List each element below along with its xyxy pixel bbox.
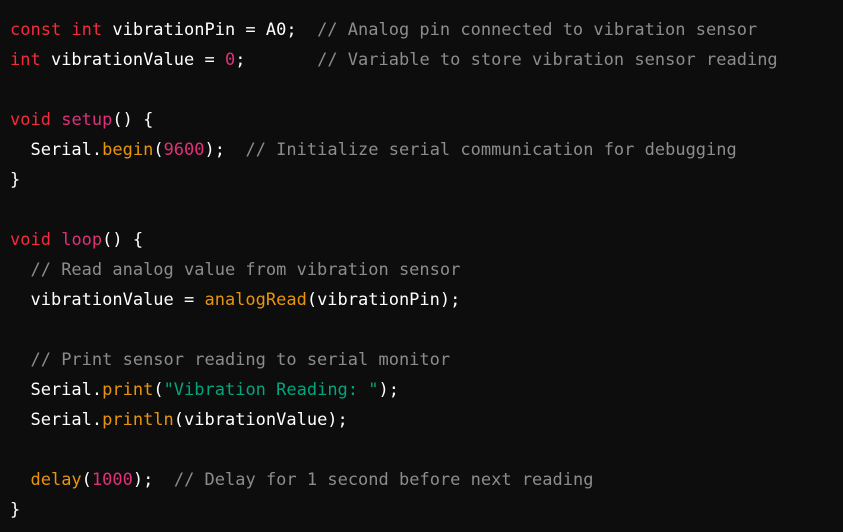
code-line: void loop() { xyxy=(10,225,843,255)
code-token: ); xyxy=(204,140,246,160)
code-line: } xyxy=(10,495,843,525)
function-call-token: println xyxy=(102,410,174,430)
keyword-token: void xyxy=(10,110,51,130)
code-token: Serial. xyxy=(10,380,103,400)
code-token: ( xyxy=(153,380,164,400)
keyword-token: void xyxy=(10,230,51,250)
comment-token: // Analog pin connected to vibration sen… xyxy=(317,20,758,40)
code-line: delay(1000); // Delay for 1 second befor… xyxy=(10,465,843,495)
comment-token: // Print sensor reading to serial monito… xyxy=(30,350,451,370)
code-line: const int vibrationPin = A0; // Analog p… xyxy=(10,15,843,45)
number-token: 9600 xyxy=(163,140,205,160)
code-token: ); xyxy=(132,470,174,490)
function-call-token: begin xyxy=(102,140,154,160)
number-token: 1000 xyxy=(91,470,133,490)
code-line: Serial. print("Vibration Reading: "); xyxy=(10,375,843,405)
code-line: void setup() { xyxy=(10,105,843,135)
code-token: ( xyxy=(81,470,92,490)
code-token: vibrationPin = A0; xyxy=(102,20,318,40)
code-line: Serial. begin(9600); // Initialize serial… xyxy=(10,135,843,165)
code-token: } xyxy=(10,170,21,190)
code-token: vibrationValue = xyxy=(40,50,225,70)
comment-token: // Read analog value from vibration sens… xyxy=(30,260,461,280)
code-block: const int vibrationPin = A0; // Analog p… xyxy=(0,0,843,532)
function-call-token: print xyxy=(102,380,154,400)
code-token: Serial. xyxy=(10,410,103,430)
function-name-token: setup xyxy=(61,110,113,130)
comment-token: // Delay for 1 second before next readin… xyxy=(173,470,594,490)
code-line: Serial. println (vibrationValue); xyxy=(10,405,843,435)
keyword-token: const int xyxy=(10,20,103,40)
code-token: Serial. xyxy=(10,140,103,160)
code-token: ( xyxy=(153,140,164,160)
code-token: vibrationValue = xyxy=(10,290,205,310)
comment-token: // Initialize serial communication for d… xyxy=(245,140,737,160)
code-line: // Read analog value from vibration sens… xyxy=(10,255,843,285)
function-name-token: loop xyxy=(61,230,103,250)
comment-token: // Variable to store vibration sensor re… xyxy=(317,50,778,70)
code-token: ); xyxy=(378,380,399,400)
string-token: "Vibration Reading: " xyxy=(163,380,379,400)
function-call-token: delay xyxy=(30,470,82,490)
code-token: ; xyxy=(235,50,318,70)
code-token: } xyxy=(10,500,21,520)
code-token: (vibrationPin); xyxy=(306,290,461,310)
code-line: } xyxy=(10,165,843,195)
number-token: 0 xyxy=(224,50,236,70)
code-token: () { xyxy=(102,230,144,250)
code-token: (vibrationValue); xyxy=(173,410,348,430)
code-line: vibrationValue = analogRead (vibrationPin… xyxy=(10,285,843,315)
code-token: () { xyxy=(112,110,154,130)
code-line: // Print sensor reading to serial monito… xyxy=(10,345,843,375)
keyword-token: int xyxy=(10,50,41,70)
code-line: int vibrationValue = 0; // Variable to s… xyxy=(10,45,843,75)
function-call-token: analogRead xyxy=(204,290,307,310)
